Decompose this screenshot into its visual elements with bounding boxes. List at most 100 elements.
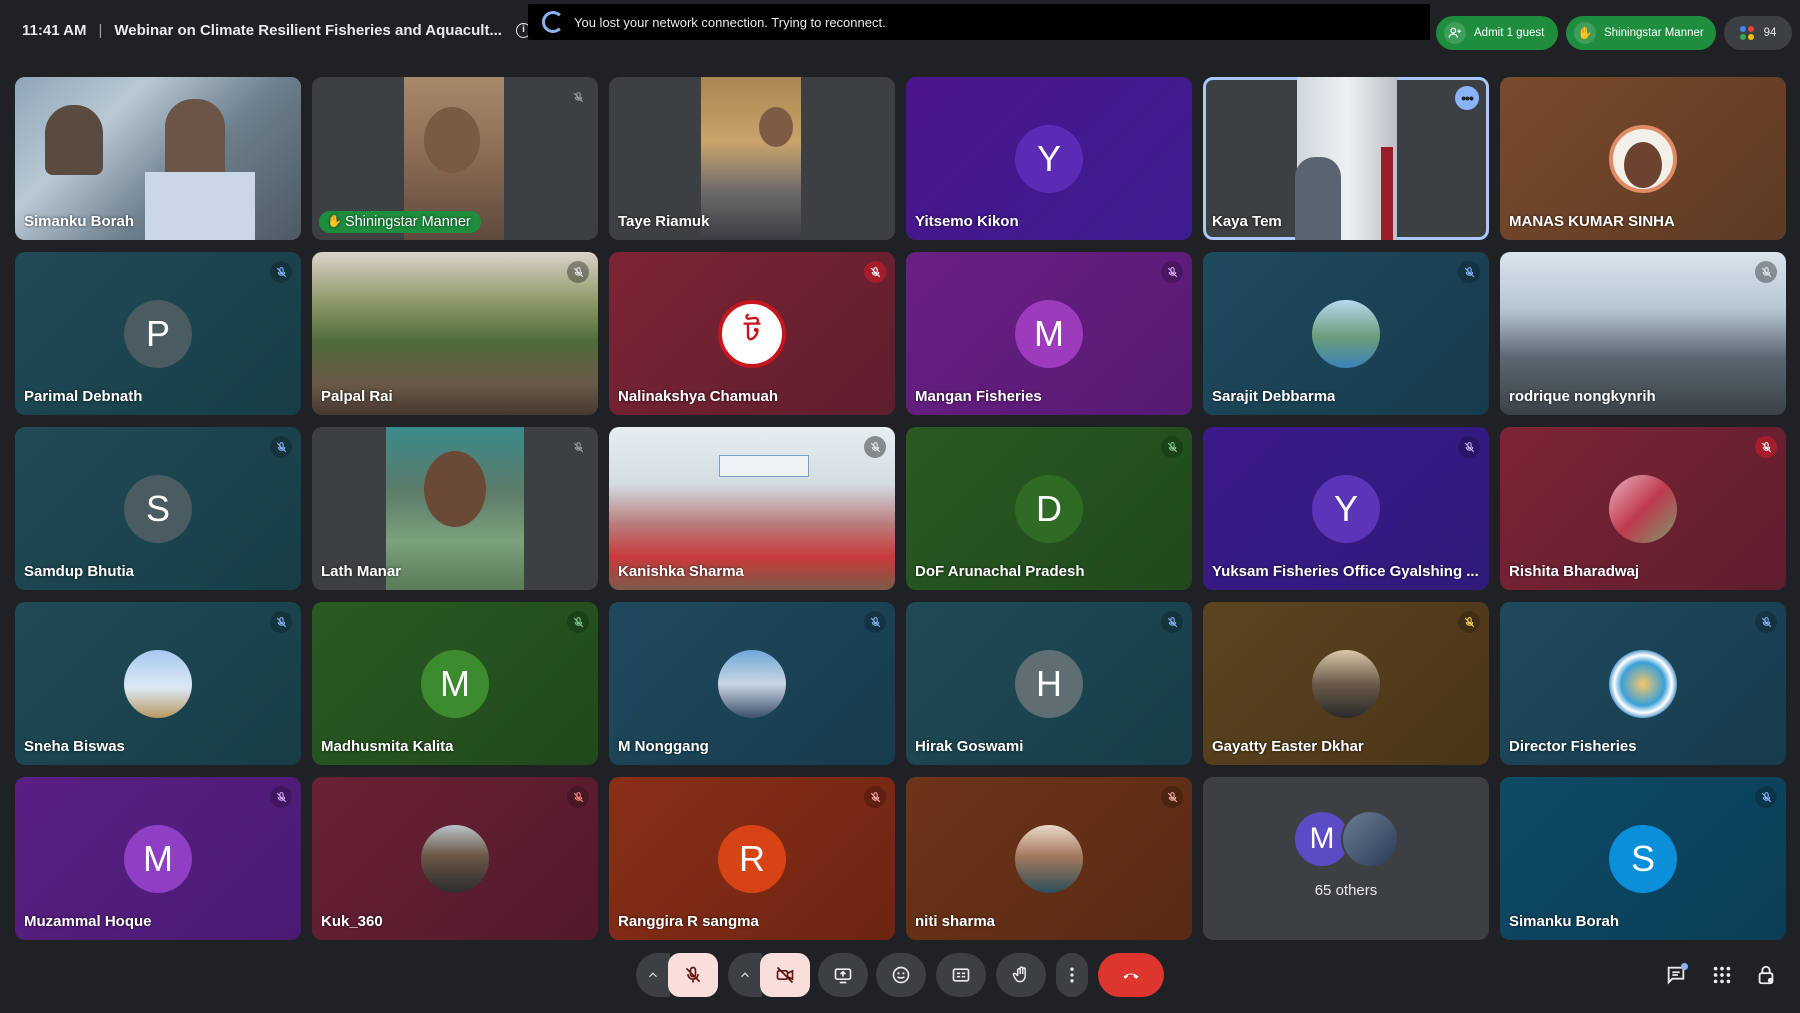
raised-hand-notification[interactable]: ✋ Shiningstar Manner: [1566, 16, 1716, 50]
raise-hand-button[interactable]: [996, 953, 1046, 997]
mic-off-icon: [1161, 611, 1183, 633]
participant-tile[interactable]: Shiningstar Manner: [312, 77, 598, 240]
participant-name: Yitsemo Kikon: [915, 213, 1019, 230]
mic-off-icon: [1161, 786, 1183, 808]
participant-name: Ranggira R sangma: [618, 913, 759, 930]
participant-tile[interactable]: Lath Manar: [312, 427, 598, 590]
admit-guest-button[interactable]: Admit 1 guest: [1436, 16, 1558, 50]
lock-person-icon: [1758, 965, 1774, 985]
present-screen-button[interactable]: [818, 953, 868, 997]
participant-name: Yuksam Fisheries Office Gyalshing ...: [1212, 563, 1479, 580]
participant-name: Director Fisheries: [1509, 738, 1637, 755]
participant-tile[interactable]: Sarajit Debbarma: [1203, 252, 1489, 415]
reactions-button[interactable]: [876, 953, 926, 997]
meeting-info: 11:41 AM | Webinar on Climate Resilient …: [22, 22, 531, 39]
participant-tile[interactable]: Y Yuksam Fisheries Office Gyalshing ...: [1203, 427, 1489, 590]
participant-tile[interactable]: M Muzammal Hoque: [15, 777, 301, 940]
participant-name: Madhusmita Kalita: [321, 738, 454, 755]
avatar: Y: [1312, 474, 1380, 543]
others-tile[interactable]: M 65 others: [1203, 777, 1489, 940]
avatar: H: [1015, 649, 1083, 718]
mic-off-icon: [1161, 261, 1183, 283]
participant-tile[interactable]: niti sharma: [906, 777, 1192, 940]
top-bar: 11:41 AM | Webinar on Climate Resilient …: [0, 0, 1800, 66]
participant-tile[interactable]: Kuk_360: [312, 777, 598, 940]
meeting-time: 11:41 AM: [22, 22, 87, 39]
participant-name: Muzammal Hoque: [24, 913, 152, 930]
present-screen-icon: [834, 968, 852, 984]
separator: |: [98, 22, 103, 39]
participants-button[interactable]: 94: [1724, 16, 1792, 50]
participant-tile[interactable]: Taye Riamuk: [609, 77, 895, 240]
participant-tile[interactable]: Gayatty Easter Dkhar: [1203, 602, 1489, 765]
more-options-button[interactable]: [1056, 953, 1088, 997]
admit-guest-label: Admit 1 guest: [1474, 27, 1545, 39]
avatar-photo: [1609, 474, 1677, 543]
participant-tile[interactable]: M Madhusmita Kalita: [312, 602, 598, 765]
avatar: M: [421, 649, 489, 718]
mic-off-icon: [864, 436, 886, 458]
person-silhouette: [165, 99, 225, 179]
participant-tile[interactable]: S Simanku Borah: [1500, 777, 1786, 940]
participant-tile[interactable]: Palpal Rai: [312, 252, 598, 415]
video-settings-caret[interactable]: [728, 953, 762, 997]
participant-tile[interactable]: H Hirak Goswami: [906, 602, 1192, 765]
participant-tile[interactable]: P Parimal Debnath: [15, 252, 301, 415]
participant-tile[interactable]: S Samdup Bhutia: [15, 427, 301, 590]
mic-off-icon: [1755, 436, 1777, 458]
avatar-logo: ট: [718, 299, 786, 368]
participant-name: Kanishka Sharma: [618, 563, 744, 580]
participant-name: Palpal Rai: [321, 388, 393, 405]
mic-off-icon: [270, 611, 292, 633]
participant-tile[interactable]: D DoF Arunachal Pradesh: [906, 427, 1192, 590]
captions-button[interactable]: [936, 953, 986, 997]
mic-off-icon: [1755, 786, 1777, 808]
avatar-photo: [1312, 299, 1380, 368]
mic-toggle-button[interactable]: [668, 953, 718, 997]
mic-off-icon: [1755, 261, 1777, 283]
leave-call-button[interactable]: [1098, 953, 1164, 997]
host-controls-button[interactable]: [1752, 961, 1780, 989]
participant-tile[interactable]: MANAS KUMAR SINHA: [1500, 77, 1786, 240]
participant-tile[interactable]: Y Yitsemo Kikon: [906, 77, 1192, 240]
avatar-logo: [1609, 649, 1677, 718]
participant-name: Kuk_360: [321, 913, 383, 930]
mic-off-icon: [864, 611, 886, 633]
loading-spinner-icon: [542, 11, 564, 33]
hand-icon: ✋: [1574, 22, 1596, 44]
participant-tile[interactable]: M Mangan Fisheries: [906, 252, 1192, 415]
mic-off-icon: [1458, 611, 1480, 633]
participant-count: 94: [1763, 27, 1777, 39]
participant-tile[interactable]: rodrique nongkynrih: [1500, 252, 1786, 415]
participant-tile[interactable]: Simanku Borah: [15, 77, 301, 240]
avatar: S: [1609, 824, 1677, 893]
mic-off-icon: [567, 436, 589, 458]
participant-tile[interactable]: R Ranggira R sangma: [609, 777, 895, 940]
unread-dot: [1681, 963, 1688, 970]
participant-name: Shiningstar Manner: [319, 211, 481, 233]
participant-tile[interactable]: Director Fisheries: [1500, 602, 1786, 765]
participant-name: rodrique nongkynrih: [1509, 388, 1656, 405]
banner-sign: [719, 455, 809, 477]
others-count: 65 others: [1314, 882, 1378, 899]
participant-name: Hirak Goswami: [915, 738, 1024, 755]
participant-tile[interactable]: M Nonggang: [609, 602, 895, 765]
participant-tile[interactable]: Rishita Bharadwaj: [1500, 427, 1786, 590]
participant-grid: Simanku Borah Shiningstar Manner Taye Ri…: [15, 77, 1786, 940]
participant-tile[interactable]: Kanishka Sharma: [609, 427, 895, 590]
participant-name: Rishita Bharadwaj: [1509, 563, 1640, 580]
participant-tile[interactable]: Sneha Biswas: [15, 602, 301, 765]
chevron-up-icon: [741, 972, 749, 978]
mic-off-icon: [1458, 436, 1480, 458]
activities-button[interactable]: [1708, 961, 1736, 989]
camera-toggle-button[interactable]: [760, 953, 810, 997]
more-options-button[interactable]: •••: [1455, 86, 1479, 110]
participant-name: Kaya Tem: [1212, 213, 1282, 230]
participant-tile[interactable]: ট Nalinakshya Chamuah: [609, 252, 895, 415]
audio-settings-caret[interactable]: [636, 953, 670, 997]
participant-name: Taye Riamuk: [618, 213, 710, 230]
participant-tile-active-speaker[interactable]: ••• Kaya Tem: [1203, 77, 1489, 240]
avatar: Y: [1015, 124, 1083, 193]
avatar: M: [1015, 299, 1083, 368]
chat-button[interactable]: [1662, 961, 1690, 989]
